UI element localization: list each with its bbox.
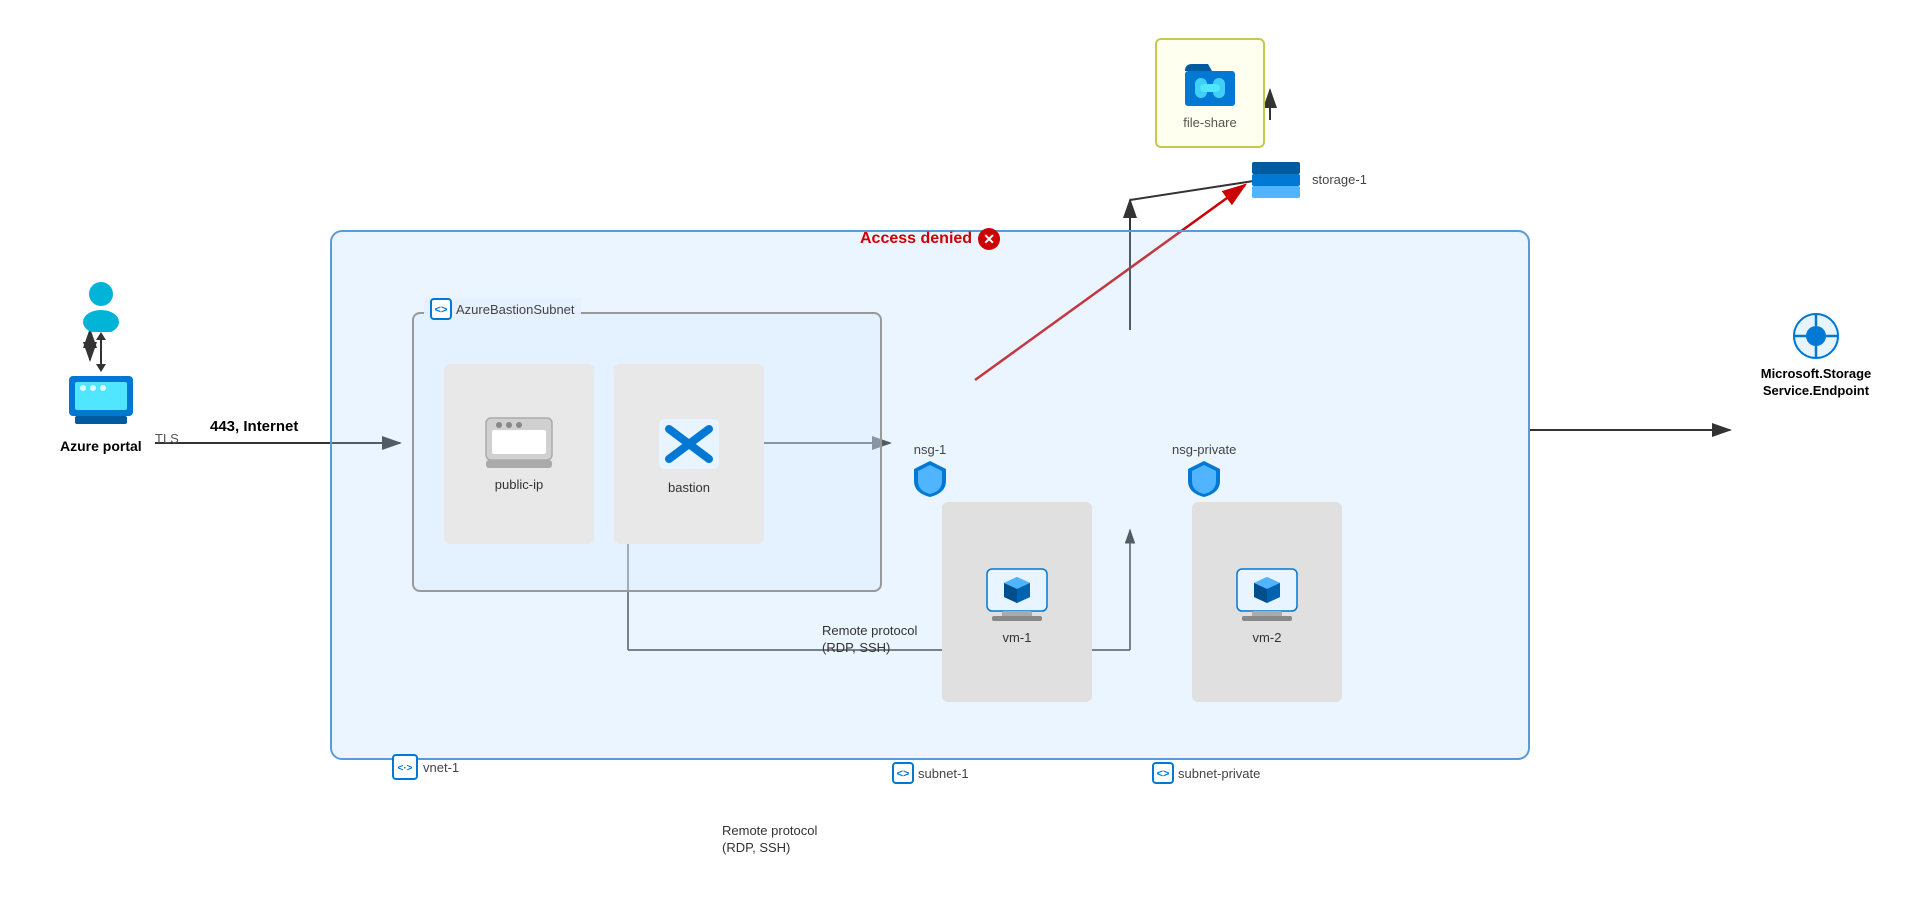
ms-endpoint-label: Microsoft.Storage Service.Endpoint [1761,366,1872,400]
vnet-icon: <·> [392,754,418,780]
remote-protocol-2-label: Remote protocol (RDP, SSH) [722,822,817,855]
file-share-label: file-share [1183,115,1236,130]
public-ip-label: public-ip [495,477,543,492]
subnet-private-icon: <> [1152,762,1174,784]
connection-label: 443, Internet [210,418,298,436]
subnet-private-label: subnet-private [1178,766,1260,781]
denied-icon: ✕ [978,228,1000,250]
azure-portal-label: Azure portal [60,438,142,454]
access-denied-label: Access denied ✕ [860,228,1000,250]
svg-text:<·>: <·> [397,763,412,774]
storage-icon [1250,158,1302,200]
public-ip-box: public-ip [444,364,594,544]
vnet-label: <·> vnet-1 [392,754,459,780]
nsg-private-icon [1186,459,1222,499]
vm2-icon [1232,559,1302,624]
bastion-subnet-icon: <> [430,298,452,320]
remote-protocol-1-label: Remote protocol (RDP, SSH) [822,622,917,655]
svg-text:<>: <> [897,768,910,780]
ms-endpoint-container: Microsoft.Storage Service.Endpoint [1751,310,1881,400]
nsg1-icon [912,459,948,499]
vm2-label: vm-2 [1253,630,1282,645]
svg-text:<>: <> [1157,768,1170,780]
file-share-container: file-share [1155,38,1265,148]
nsg1-container: nsg-1 [912,442,948,499]
storage-label: storage-1 [1312,172,1367,187]
subnet-private-container: <> subnet-private [1152,762,1260,784]
nsg1-label: nsg-1 [914,442,947,457]
bastion-subnet-label: AzureBastionSubnet [456,302,575,317]
storage-container: storage-1 [1250,158,1367,200]
vnet-text-label: vnet-1 [423,760,459,775]
person-icon [75,280,127,332]
vm1-label: vm-1 [1003,630,1032,645]
subnet1-label: subnet-1 [918,766,969,781]
subnet1-container: <> subnet-1 [892,762,969,784]
bastion-label: bastion [668,480,710,495]
nsg-private-container: nsg-private [1172,442,1236,499]
nsg-private-label: nsg-private [1172,442,1236,457]
subnet1-icon: <> [892,762,914,784]
tls-label: TLS [155,430,179,448]
bastion-icon [654,414,724,474]
file-share-box: file-share [1155,38,1265,148]
public-ip-icon [484,416,554,471]
svg-text:<>: <> [435,304,448,316]
portal-box-icon [65,372,137,428]
bastion-subnet-box: <> AzureBastionSubnet public-ip [412,312,882,592]
azure-portal-section: Azure portal [60,280,142,454]
vnet-box: <> AzureBastionSubnet public-ip [330,230,1530,760]
ms-endpoint-icon [1790,310,1842,362]
bastion-box: bastion [614,364,764,544]
vm2-box: vm-2 [1192,502,1342,702]
file-share-icon [1180,56,1240,111]
vm1-box: vm-1 [942,502,1092,702]
vm1-icon [982,559,1052,624]
